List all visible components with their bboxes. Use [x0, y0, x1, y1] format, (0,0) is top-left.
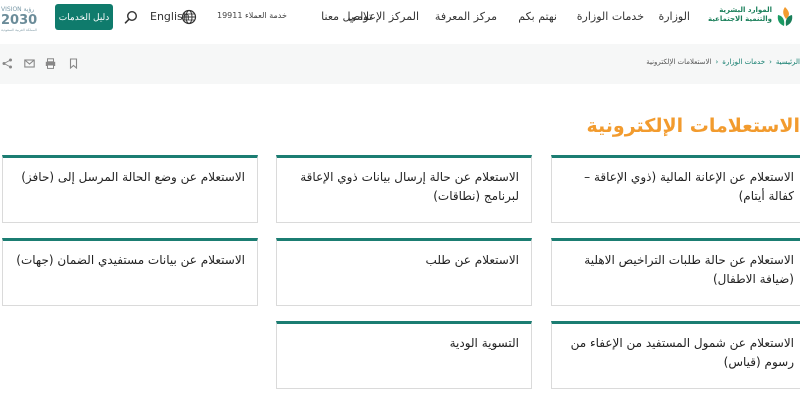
nav-item-we-care[interactable]: نهتم بكم: [518, 10, 557, 23]
logo-line-1: الموارد البشرية: [719, 6, 772, 14]
mail-icon[interactable]: [24, 58, 35, 69]
card-title: الاستعلام عن شمول المستفيد من الإعفاء من…: [570, 336, 794, 369]
card-title: التسوية الودية: [449, 336, 519, 350]
service-card-disability-nitaqat[interactable]: الاستعلام عن حالة إرسال بيانات ذوي الإعا…: [276, 155, 532, 223]
ministry-emblem-icon: [777, 7, 793, 26]
breadcrumb-home[interactable]: الرئيسية: [776, 58, 800, 66]
nav-contact-wrap: تواصل معنا: [321, 10, 372, 26]
card-title: الاستعلام عن حالة إرسال بيانات ذوي الإعا…: [300, 170, 519, 203]
service-card-childcare-licenses[interactable]: الاستعلام عن حالة طلبات التراخيص الاهلية…: [551, 238, 800, 306]
chevron-left-icon: ‹: [769, 58, 772, 66]
nav-item-ministry[interactable]: الوزارة: [658, 10, 690, 23]
vision-top-text: VISION رؤية: [1, 6, 34, 13]
customer-service-number[interactable]: خدمة العملاء 19911: [217, 11, 287, 20]
chevron-left-icon: ‹: [715, 58, 719, 66]
card-title: الاستعلام عن وضع الحالة المرسل إلى (حافز…: [21, 170, 245, 184]
service-card-amicable-settlement[interactable]: التسوية الودية: [276, 321, 532, 389]
vision-2030-logo[interactable]: VISION رؤية 2030 المملكة العربية السعودي…: [0, 3, 44, 33]
nav-item-contact-us[interactable]: تواصل معنا: [321, 10, 372, 23]
card-title: الاستعلام عن حالة طلبات التراخيص الاهلية…: [584, 253, 794, 286]
service-card-financial-aid[interactable]: الاستعلام عن الإعانة المالية (ذوي الإعاق…: [551, 155, 800, 223]
card-title: الاستعلام عن طلب: [425, 253, 519, 267]
service-card-social-security-beneficiaries[interactable]: الاستعلام عن بيانات مستفيدي الضمان (جهات…: [2, 238, 258, 306]
vision-bottom-text: المملكة العربية السعودية: [1, 28, 37, 32]
card-title: الاستعلام عن بيانات مستفيدي الضمان (جهات…: [16, 253, 245, 267]
card-title: الاستعلام عن الإعانة المالية (ذوي الإعاق…: [584, 170, 794, 203]
share-icon[interactable]: [2, 58, 13, 69]
site-header: الموارد البشرية والتنمية الاجتماعية الوز…: [0, 0, 800, 38]
main-nav: الوزارة خدمات الوزارة نهتم بكم مركز المع…: [320, 10, 690, 26]
service-card-request-inquiry[interactable]: الاستعلام عن طلب: [276, 238, 532, 306]
search-icon[interactable]: [124, 10, 138, 24]
service-card-hafiz-status[interactable]: الاستعلام عن وضع الحالة المرسل إلى (حافز…: [2, 155, 258, 223]
service-card-qiyas-exemption[interactable]: الاستعلام عن شمول المستفيد من الإعفاء من…: [551, 321, 800, 389]
nav-item-knowledge-center[interactable]: مركز المعرفة: [435, 10, 497, 23]
page-title: الاستعلامات الإلكترونية: [586, 115, 800, 137]
breadcrumb: الرئيسية‹خدمات الوزارة‹الاستعلامات الإلك…: [646, 58, 800, 66]
language-switch[interactable]: English: [150, 10, 190, 23]
logo-line-2: والتنمية الاجتماعية: [707, 15, 772, 23]
breadcrumb-bar: الرئيسية‹خدمات الوزارة‹الاستعلامات الإلك…: [0, 44, 800, 84]
breadcrumb-ministry-services[interactable]: خدمات الوزارة: [722, 58, 765, 66]
vision-year-text: 2030: [1, 13, 37, 28]
bookmark-icon[interactable]: [68, 58, 79, 69]
ministry-logo[interactable]: الموارد البشرية والتنمية الاجتماعية: [707, 3, 796, 33]
services-guide-button[interactable]: دليل الخدمات: [55, 4, 113, 30]
breadcrumb-current: الاستعلامات الإلكترونية: [646, 58, 712, 66]
nav-item-ministry-services[interactable]: خدمات الوزارة: [577, 10, 644, 23]
print-icon[interactable]: [45, 58, 56, 69]
